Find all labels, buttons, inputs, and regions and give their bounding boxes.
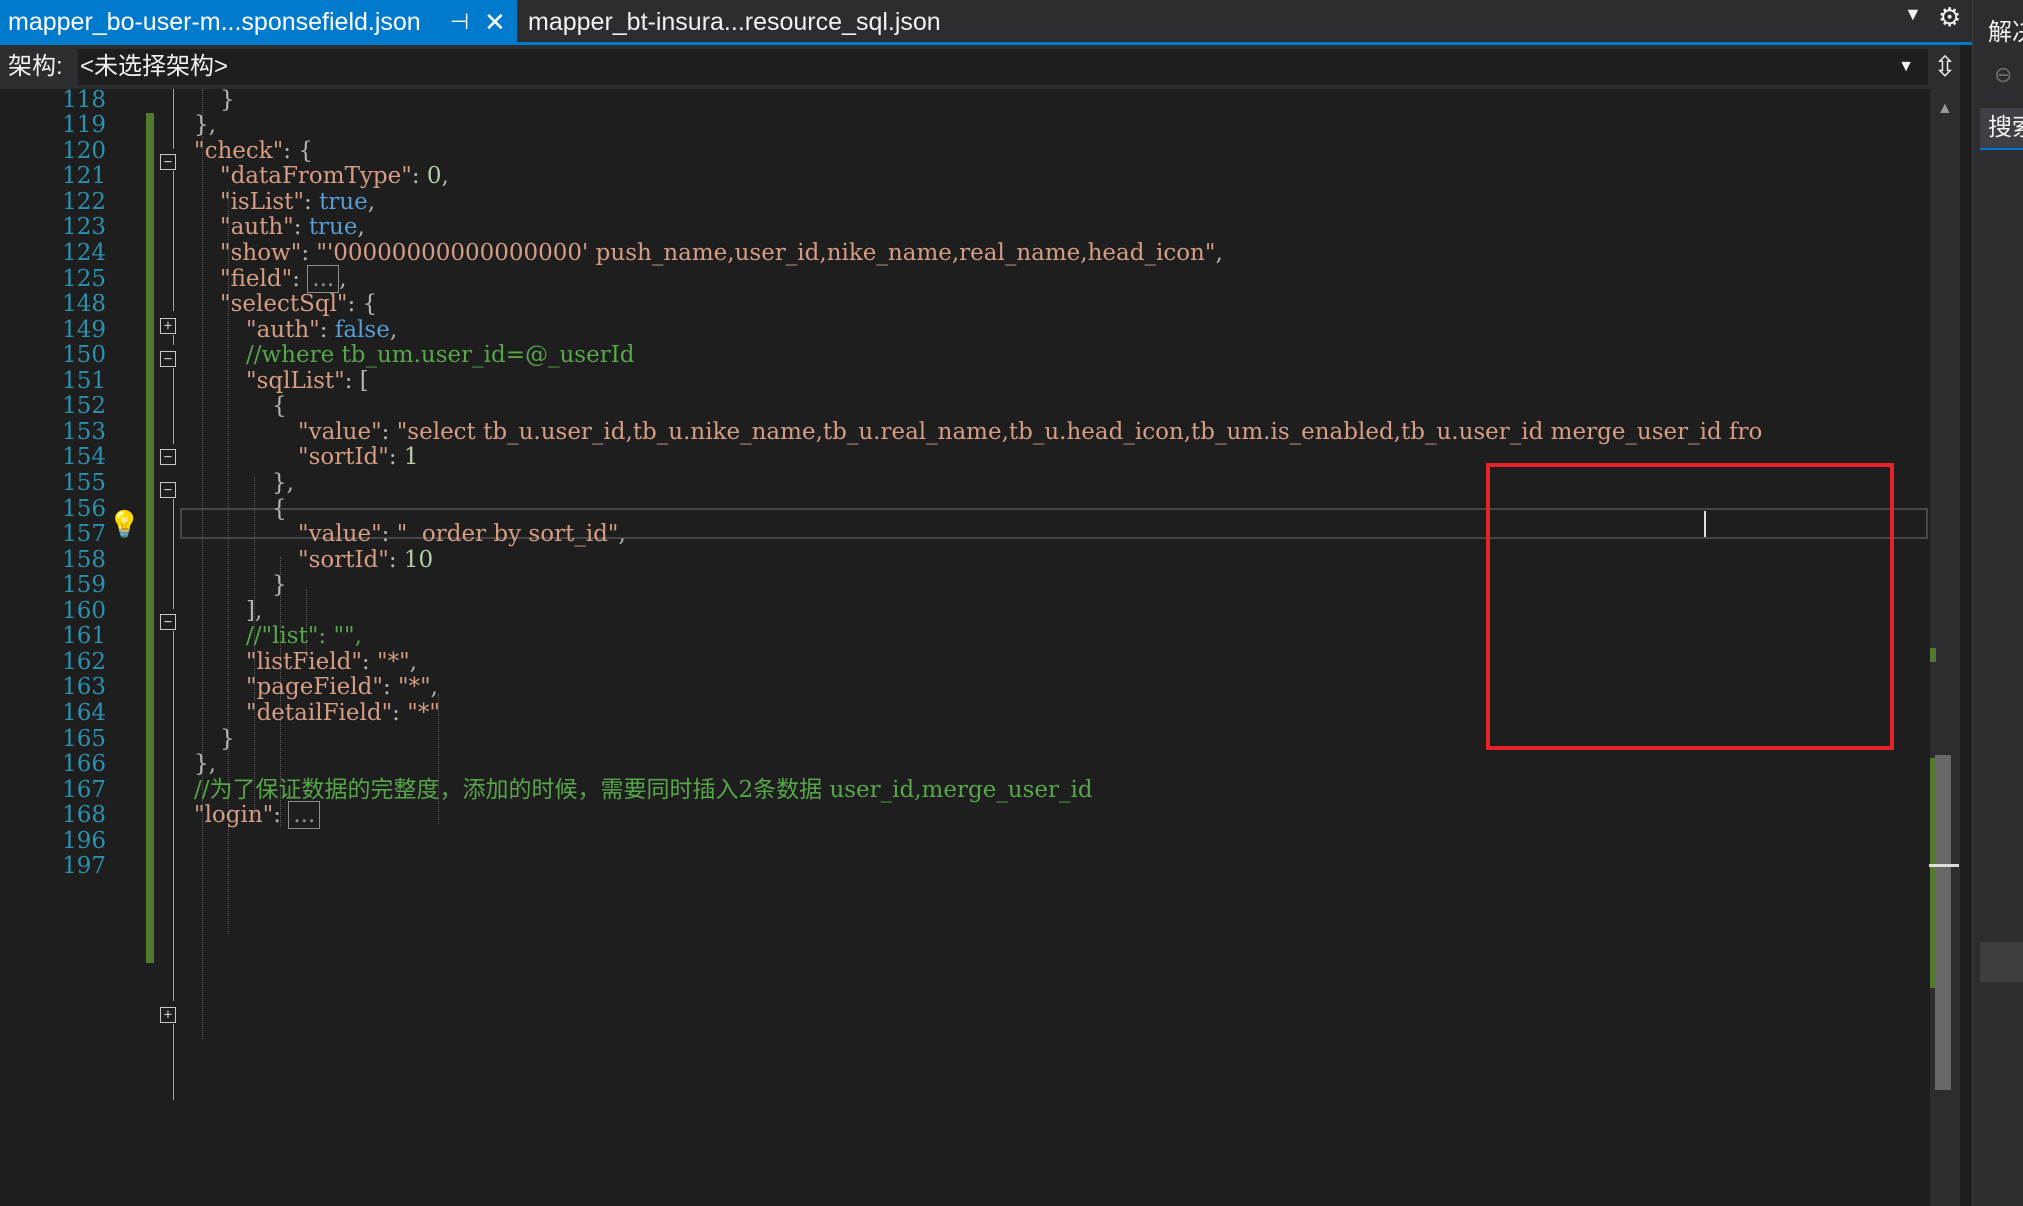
- json-number: 0: [426, 163, 442, 189]
- code-line-156: {: [272, 493, 287, 526]
- scrollbar-change-marker: [1930, 648, 1936, 662]
- code-line-165: }: [220, 723, 235, 756]
- code-line-151: "sqlList": [: [246, 365, 369, 398]
- fold-collapse-icon[interactable]: −: [160, 482, 176, 498]
- code-line-152: {: [272, 390, 287, 423]
- fold-guide: [173, 499, 174, 609]
- tab-mapper-bt-insura[interactable]: mapper_bt-insura...resource_sql.json: [528, 0, 941, 42]
- json-string: "*": [407, 700, 440, 726]
- code-line-154: "sortId": 1: [298, 441, 419, 474]
- code-line-124: "show": "'00000000000000000' push_name,u…: [220, 237, 1223, 270]
- tab-label: mapper_bt-insura...resource_sql.json: [528, 8, 941, 36]
- punct: :: [388, 547, 404, 573]
- punct: :: [411, 163, 427, 189]
- close-icon[interactable]: ✕: [484, 0, 506, 44]
- code-line-153: "value": "select tb_u.user_id,tb_u.nike_…: [298, 416, 1762, 449]
- fold-guide: [173, 1024, 174, 1100]
- code-line-118: }: [220, 89, 235, 117]
- fold-guide: [173, 89, 174, 149]
- split-window-icon[interactable]: ⇳: [1930, 49, 1960, 85]
- json-string: "select tb_u.user_id,tb_u.nike_name,tb_u…: [396, 419, 1763, 445]
- punct: {: [272, 496, 287, 522]
- fold-collapse-icon[interactable]: −: [160, 351, 176, 367]
- punct: }: [220, 89, 235, 113]
- punct: : [: [344, 368, 369, 394]
- line-number: 197: [62, 853, 106, 879]
- tab-label: mapper_bo-user-m...sponsefield.json: [8, 8, 421, 36]
- lightbulb-icon[interactable]: 💡: [108, 509, 140, 540]
- json-number: 1: [403, 444, 419, 470]
- fold-guide: [173, 368, 174, 444]
- punct: ,: [367, 189, 376, 215]
- punct: {: [272, 393, 287, 419]
- punct: :: [273, 802, 289, 828]
- solution-explorer-panel: [1972, 0, 2023, 1206]
- gear-icon[interactable]: ⚙: [1938, 2, 1961, 33]
- punct: }: [220, 726, 235, 752]
- fold-guide: [173, 631, 174, 1001]
- fold-expand-icon[interactable]: +: [160, 318, 176, 334]
- indent-guide: [202, 89, 203, 1039]
- punct: ,: [1215, 240, 1223, 266]
- schema-dropdown[interactable]: <未选择架构> ▼: [78, 49, 1928, 85]
- tab-mapper-bo-user[interactable]: mapper_bo-user-m...sponsefield.json ⊣ ✕: [0, 0, 517, 42]
- code-editor[interactable]: 118 119 120 121 122 123 124 125 148 149 …: [0, 89, 1930, 1206]
- json-key: "detailField": [246, 700, 393, 726]
- panel-search-input[interactable]: 搜索: [1980, 108, 2023, 148]
- tab-overflow-dropdown-icon[interactable]: ▼: [1904, 4, 1922, 25]
- code-line-164: "detailField": "*": [246, 697, 440, 730]
- punct: }: [272, 572, 287, 598]
- fold-collapse-icon[interactable]: −: [160, 449, 176, 465]
- chevron-down-icon: ▼: [1898, 58, 1914, 75]
- json-string: "'00000000000000000' push_name,user_id,n…: [316, 240, 1216, 266]
- panel-search-underline: [1980, 148, 2023, 150]
- collapsed-region[interactable]: ...: [288, 801, 321, 829]
- scroll-up-arrow-icon[interactable]: ▲: [1937, 100, 1953, 118]
- panel-scrollbar-thumb[interactable]: [1980, 942, 2023, 982]
- code-line-167: //为了保证数据的完整度，添加的时候，需要同时插入2条数据 user_id,me…: [194, 774, 1093, 807]
- json-key: "sortId": [298, 547, 389, 573]
- punct: :: [392, 700, 408, 726]
- panel-title: 解决: [1988, 19, 2023, 46]
- code-line-159: }: [272, 569, 287, 602]
- scrollbar-caret-marker: [1929, 864, 1959, 867]
- change-tracking-bar: [146, 113, 154, 963]
- fold-guide: [173, 335, 174, 345]
- schema-dropdown-value: <未选择架构>: [80, 53, 229, 80]
- document-tab-strip: mapper_bo-user-m...sponsefield.json ⊣ ✕ …: [0, 0, 1972, 45]
- fold-collapse-icon[interactable]: −: [160, 614, 176, 630]
- punct: ,: [618, 521, 626, 547]
- json-number: 10: [403, 547, 434, 573]
- navigation-bar: 架构: <未选择架构> ▼: [0, 45, 1960, 89]
- punct: ,: [441, 163, 449, 189]
- comment: //为了保证数据的完整度，添加的时候，需要同时插入2条数据 user_id,me…: [194, 777, 1093, 803]
- annotation-highlight-box: [1486, 463, 1894, 750]
- pin-icon[interactable]: ⊣: [450, 0, 469, 44]
- code-line-168: "login": ...: [194, 799, 321, 832]
- json-key: "login": [194, 802, 274, 828]
- scrollbar-thumb[interactable]: [1935, 755, 1951, 1090]
- fold-expand-icon[interactable]: +: [160, 1007, 176, 1023]
- fold-guide: [173, 171, 174, 311]
- schema-label: 架构:: [8, 53, 63, 80]
- json-key: "sqlList": [246, 368, 345, 394]
- json-key: "sortId": [298, 444, 389, 470]
- punct: :: [388, 444, 404, 470]
- back-arrow-icon[interactable]: ⊖: [1994, 62, 2012, 88]
- fold-collapse-icon[interactable]: −: [160, 154, 176, 170]
- code-line-158: "sortId": 10: [298, 544, 433, 577]
